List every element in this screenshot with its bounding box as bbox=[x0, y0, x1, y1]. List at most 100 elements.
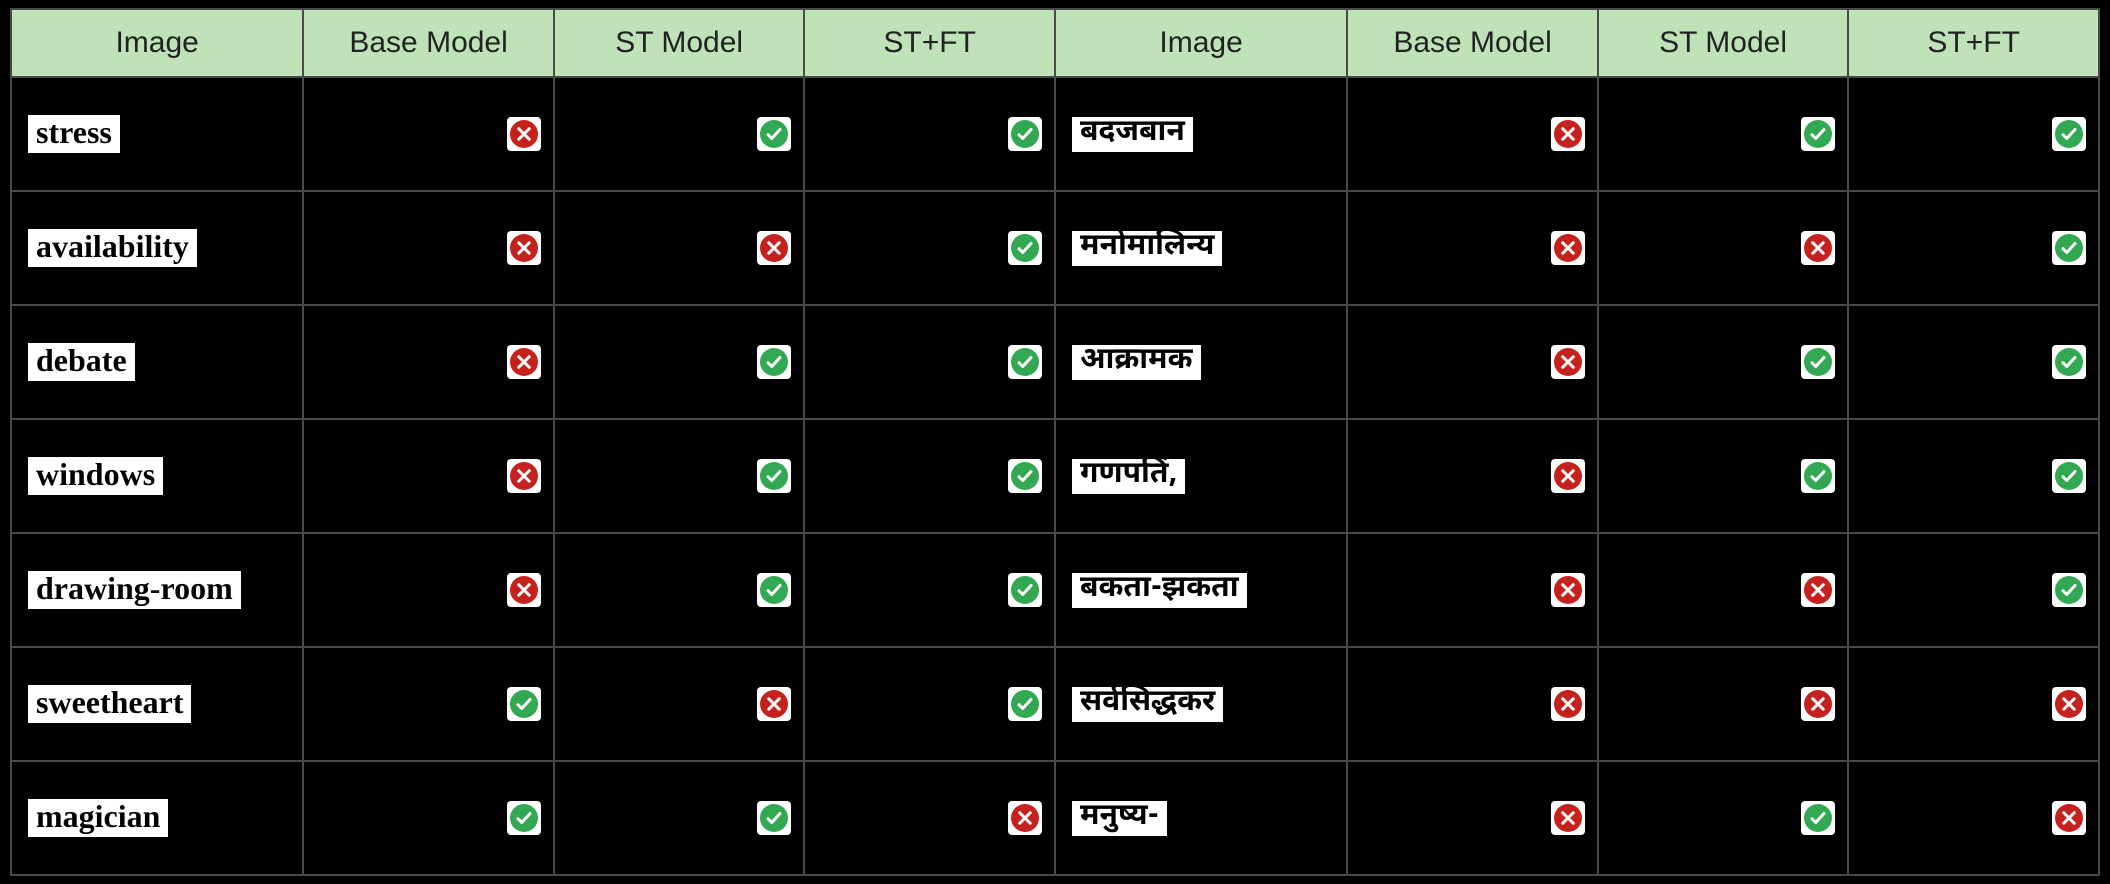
result-cell bbox=[1598, 191, 1849, 305]
correct-icon bbox=[757, 573, 791, 607]
word-chip: stress bbox=[24, 111, 124, 156]
correct-icon bbox=[757, 345, 791, 379]
word-cell: magician bbox=[11, 761, 303, 875]
word-chip: magician bbox=[24, 795, 172, 840]
result-cell bbox=[1848, 647, 2099, 761]
table-row: magician मनुष्य- bbox=[11, 761, 2099, 875]
result-cell bbox=[303, 761, 554, 875]
wrong-icon bbox=[1801, 687, 1835, 721]
wrong-icon bbox=[1801, 573, 1835, 607]
word-cell: sweetheart bbox=[11, 647, 303, 761]
correct-icon bbox=[2052, 231, 2086, 265]
result-cell bbox=[554, 305, 805, 419]
word-chip: windows bbox=[24, 453, 167, 498]
header-st-left: ST Model bbox=[554, 9, 805, 77]
word-cell: drawing-room bbox=[11, 533, 303, 647]
result-cell bbox=[554, 533, 805, 647]
wrong-icon bbox=[1551, 231, 1585, 265]
word-chip: मनोमालिन्य bbox=[1068, 227, 1226, 270]
correct-icon bbox=[1801, 117, 1835, 151]
correct-icon bbox=[507, 801, 541, 835]
table-row: windows गणपतिं, bbox=[11, 419, 2099, 533]
word-cell: debate bbox=[11, 305, 303, 419]
result-cell bbox=[1848, 533, 2099, 647]
result-cell bbox=[804, 647, 1055, 761]
wrong-icon bbox=[507, 231, 541, 265]
word-cell: गणपतिं, bbox=[1055, 419, 1347, 533]
header-image-right: Image bbox=[1055, 9, 1347, 77]
result-cell bbox=[303, 77, 554, 191]
wrong-icon bbox=[507, 459, 541, 493]
header-base-left: Base Model bbox=[303, 9, 554, 77]
table-row: drawing-room बकता-झकता bbox=[11, 533, 2099, 647]
table-row: availability मनोमालिन्य bbox=[11, 191, 2099, 305]
wrong-icon bbox=[1551, 801, 1585, 835]
result-cell bbox=[1598, 533, 1849, 647]
wrong-icon bbox=[1551, 573, 1585, 607]
correct-icon bbox=[2052, 573, 2086, 607]
result-cell bbox=[554, 77, 805, 191]
header-stft-left: ST+FT bbox=[804, 9, 1055, 77]
word-cell: मनुष्य- bbox=[1055, 761, 1347, 875]
header-st-right: ST Model bbox=[1598, 9, 1849, 77]
result-cell bbox=[303, 191, 554, 305]
wrong-icon bbox=[1801, 231, 1835, 265]
header-image-left: Image bbox=[11, 9, 303, 77]
wrong-icon bbox=[1551, 459, 1585, 493]
result-cell bbox=[804, 191, 1055, 305]
results-table: Image Base Model ST Model ST+FT Image Ba… bbox=[10, 8, 2100, 876]
word-chip: आक्रामक bbox=[1068, 341, 1205, 384]
word-chip: मनुष्य- bbox=[1068, 797, 1171, 840]
wrong-icon bbox=[507, 573, 541, 607]
result-cell bbox=[1347, 191, 1598, 305]
correct-icon bbox=[1008, 117, 1042, 151]
correct-icon bbox=[1801, 801, 1835, 835]
result-cell bbox=[804, 419, 1055, 533]
result-cell bbox=[1347, 77, 1598, 191]
result-cell bbox=[1598, 305, 1849, 419]
result-cell bbox=[554, 191, 805, 305]
wrong-icon bbox=[757, 687, 791, 721]
correct-icon bbox=[757, 801, 791, 835]
correct-icon bbox=[1801, 345, 1835, 379]
table-row: debate आक्रामक bbox=[11, 305, 2099, 419]
correct-icon bbox=[2052, 459, 2086, 493]
result-cell bbox=[1848, 77, 2099, 191]
word-chip: availability bbox=[24, 225, 201, 270]
correct-icon bbox=[1008, 345, 1042, 379]
correct-icon bbox=[757, 459, 791, 493]
correct-icon bbox=[1008, 459, 1042, 493]
wrong-icon bbox=[2052, 687, 2086, 721]
result-cell bbox=[1347, 647, 1598, 761]
result-cell bbox=[303, 533, 554, 647]
wrong-icon bbox=[507, 117, 541, 151]
wrong-icon bbox=[1551, 687, 1585, 721]
result-cell bbox=[1598, 419, 1849, 533]
header-row: Image Base Model ST Model ST+FT Image Ba… bbox=[11, 9, 2099, 77]
word-cell: सर्वसिद्धकर bbox=[1055, 647, 1347, 761]
result-cell bbox=[554, 647, 805, 761]
correct-icon bbox=[1008, 573, 1042, 607]
word-chip: sweetheart bbox=[24, 681, 195, 726]
result-cell bbox=[804, 305, 1055, 419]
result-cell bbox=[804, 533, 1055, 647]
result-cell bbox=[303, 305, 554, 419]
table-row: stress बदजबान bbox=[11, 77, 2099, 191]
wrong-icon bbox=[2052, 801, 2086, 835]
table-row: sweetheart सर्वसिद्धकर bbox=[11, 647, 2099, 761]
result-cell bbox=[1598, 77, 1849, 191]
result-cell bbox=[554, 761, 805, 875]
result-cell bbox=[1347, 533, 1598, 647]
result-cell bbox=[804, 77, 1055, 191]
word-cell: stress bbox=[11, 77, 303, 191]
word-chip: बकता-झकता bbox=[1068, 569, 1251, 612]
correct-icon bbox=[1008, 231, 1042, 265]
result-cell bbox=[1347, 761, 1598, 875]
wrong-icon bbox=[1551, 345, 1585, 379]
wrong-icon bbox=[1008, 801, 1042, 835]
result-cell bbox=[554, 419, 805, 533]
word-cell: windows bbox=[11, 419, 303, 533]
correct-icon bbox=[757, 117, 791, 151]
word-cell: मनोमालिन्य bbox=[1055, 191, 1347, 305]
word-cell: बदजबान bbox=[1055, 77, 1347, 191]
